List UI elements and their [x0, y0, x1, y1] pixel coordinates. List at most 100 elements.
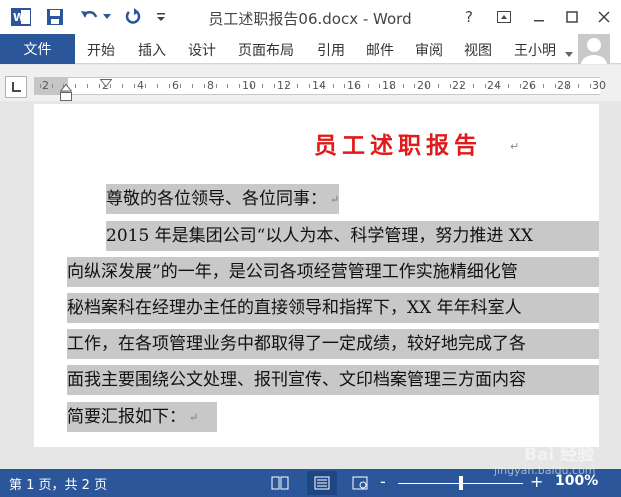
- ruler-tick: [367, 84, 369, 88]
- document-area[interactable]: 员工述职报告 ↵ 尊敬的各位领导、各位同事： ↵ 2015 年是集团公司“以人为本…: [0, 101, 621, 469]
- tab-mailings[interactable]: 邮件: [366, 40, 394, 60]
- ruler-tick: [414, 84, 416, 88]
- ruler-tick: [215, 84, 217, 88]
- ruler-ticks: 224681012141618202224262830: [34, 78, 606, 94]
- avatar[interactable]: [578, 34, 610, 64]
- save-icon[interactable]: [44, 6, 66, 28]
- ruler-tick-label: 18: [382, 79, 396, 92]
- zoom-out-button[interactable]: -: [380, 472, 386, 491]
- ruler-tick: [309, 84, 311, 88]
- user-dropdown-icon[interactable]: [565, 43, 573, 62]
- word-logo-icon[interactable]: W: [10, 6, 32, 28]
- ruler-tick: [40, 84, 41, 88]
- ruler-tick: [402, 84, 404, 88]
- ruler-tick: [379, 84, 381, 88]
- ruler-tick: [250, 84, 252, 88]
- watermark-logo-text: Bai 经验: [524, 445, 595, 465]
- close-icon[interactable]: [592, 6, 616, 28]
- document-line[interactable]: 简要汇报如下： ↵: [67, 402, 217, 432]
- user-name[interactable]: 王小明: [514, 40, 556, 60]
- line-text: 简要汇报如下：: [67, 407, 186, 427]
- ruler-tick: [133, 84, 135, 88]
- document-line[interactable]: 面我主要围绕公文处理、报刊宣传、文印档案管理三方面内容: [67, 365, 599, 395]
- first-line-indent-marker[interactable]: [99, 72, 113, 91]
- minimize-icon[interactable]: [527, 6, 551, 28]
- ruler-tick: [531, 84, 533, 88]
- ruler-tick: [484, 84, 486, 88]
- tab-page-layout[interactable]: 页面布局: [238, 40, 294, 60]
- ruler-tick: [344, 84, 346, 88]
- ruler-tick: [192, 84, 194, 88]
- ribbon-tab-bar: 文件 开始 插入 设计 页面布局 引用 邮件 审阅 视图 王小明: [0, 34, 621, 64]
- zoom-slider-thumb[interactable]: [458, 476, 463, 490]
- horizontal-ruler[interactable]: 224681012141618202224262830: [34, 77, 606, 95]
- watermark-url: jingyan.baidu.com: [494, 464, 596, 477]
- ruler-tick-label: 2: [42, 79, 49, 92]
- document-page[interactable]: 员工述职报告 ↵ 尊敬的各位领导、各位同事： ↵ 2015 年是集团公司“以人为本…: [34, 104, 599, 447]
- page-count[interactable]: 第 1 页，共 2 页: [9, 474, 107, 493]
- ruler-tick-label: 20: [417, 79, 431, 92]
- print-layout-icon[interactable]: [307, 471, 337, 495]
- undo-icon[interactable]: [78, 6, 100, 28]
- ruler-tick: [508, 84, 509, 88]
- line-text: 面我主要围绕公文处理、报刊宣传、文印档案管理三方面内容: [67, 370, 526, 390]
- redo-icon[interactable]: [122, 6, 144, 28]
- ruler-tick: [168, 84, 170, 88]
- ruler-tick: [227, 84, 229, 88]
- ruler-tick: [75, 84, 77, 88]
- ruler-tick: [51, 84, 53, 88]
- ruler-tick: [472, 84, 474, 88]
- tab-design[interactable]: 设计: [188, 40, 216, 60]
- ruler-tick-label: 6: [172, 79, 179, 92]
- ruler-tick: [157, 84, 158, 88]
- ruler-tick-label: 30: [592, 79, 606, 92]
- ruler-tick: [426, 84, 428, 88]
- paragraph-mark: ↵: [330, 192, 340, 206]
- ruler-tick-label: 26: [522, 79, 536, 92]
- ruler-tick-label: 12: [277, 79, 291, 92]
- tab-view[interactable]: 视图: [464, 40, 492, 60]
- tab-home[interactable]: 开始: [87, 40, 115, 60]
- ruler-tick: [238, 84, 240, 88]
- line-text: 工作，在各项管理业务中都取得了一定成绩，较好地完成了各: [67, 334, 526, 354]
- ruler-tick-label: 24: [487, 79, 501, 92]
- line-text: 尊敬的各位领导、各位同事：: [106, 189, 327, 209]
- ruler-tick-label: 8: [207, 79, 214, 92]
- watermark: Bai 经验 jingyan.baidu.com: [484, 440, 614, 486]
- tab-references[interactable]: 引用: [317, 40, 345, 60]
- document-line[interactable]: 2015 年是集团公司“以人为本、科学管理，努力推进 XX: [106, 221, 599, 251]
- undo-dropdown-icon[interactable]: [102, 6, 112, 28]
- ruler-tick: [320, 84, 322, 88]
- customize-quick-access-icon[interactable]: [154, 6, 168, 28]
- ruler-tick: [297, 84, 299, 88]
- ruler-tick: [86, 84, 88, 88]
- title-bar: W 员工述职报告06.docx - Word ?: [0, 0, 621, 34]
- document-line[interactable]: 向纵深发展”的一年，是公司各项经营管理工作实施精细化管: [67, 257, 599, 287]
- document-heading[interactable]: 员工述职报告: [314, 126, 482, 160]
- ruler-tick: [203, 84, 205, 88]
- tab-insert[interactable]: 插入: [138, 40, 166, 60]
- document-line[interactable]: 秘档案科在经理办主任的直接领导和指挥下，XX 年年科室人: [67, 293, 599, 323]
- paragraph-mark: ↵: [189, 410, 199, 424]
- document-line[interactable]: 工作，在各项管理业务中都取得了一定成绩，较好地完成了各: [67, 329, 599, 359]
- ruler-tick: [554, 84, 556, 88]
- ruler-tick: [543, 84, 545, 88]
- maximize-icon[interactable]: [560, 6, 584, 28]
- ribbon-display-options-icon[interactable]: [492, 6, 516, 28]
- tab-review[interactable]: 审阅: [415, 40, 443, 60]
- ruler-tick: [566, 84, 568, 88]
- ruler-tick: [391, 84, 392, 88]
- tab-file[interactable]: 文件: [0, 34, 75, 64]
- ruler-tick: [449, 84, 451, 88]
- web-layout-icon[interactable]: [350, 474, 370, 492]
- ruler-tick-label: 14: [312, 79, 326, 92]
- read-mode-icon[interactable]: [270, 474, 290, 492]
- ruler-tick-label: 28: [557, 79, 571, 92]
- document-line[interactable]: 尊敬的各位领导、各位同事： ↵: [106, 184, 340, 214]
- help-button[interactable]: ?: [457, 6, 481, 28]
- ruler-tick: [589, 84, 591, 88]
- ruler-tick: [437, 84, 439, 88]
- ruler-tick: [578, 84, 580, 88]
- tab-stop-selector[interactable]: [5, 76, 27, 98]
- ruler-tick-label: 10: [242, 79, 256, 92]
